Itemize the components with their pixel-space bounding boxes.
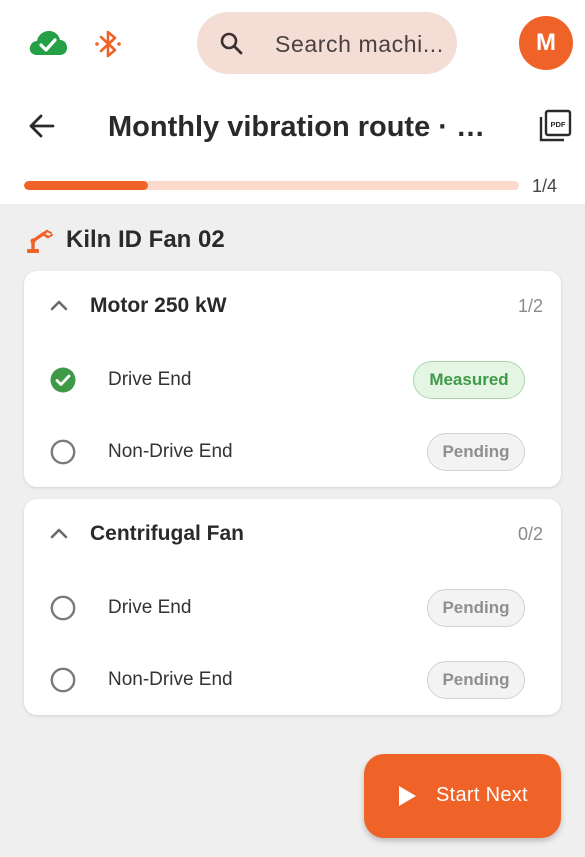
check-circle-icon[interactable]: [50, 367, 76, 393]
component-count: 0/2: [517, 524, 543, 544]
component-card-fan: Centrifugal Fan 0/2 Drive End Pending No…: [24, 499, 561, 715]
search-bar[interactable]: Search machi...: [197, 12, 457, 74]
start-next-label: Start Next: [436, 784, 528, 806]
pdf-icon[interactable]: PDF: [537, 108, 573, 144]
arrow-back-icon[interactable]: [26, 110, 58, 142]
cloud-check-icon[interactable]: [28, 28, 68, 58]
radio-unchecked-icon[interactable]: [50, 667, 76, 693]
route-progress-fill: [24, 181, 148, 190]
measurement-point-row[interactable]: Non-Drive End Pending: [24, 415, 561, 487]
start-next-button[interactable]: Start Next: [364, 754, 561, 838]
measurement-point-row[interactable]: Drive End Measured: [24, 343, 561, 415]
measurement-point-label: Non-Drive End: [108, 669, 233, 690]
search-icon: [220, 32, 243, 55]
route-progress-bar: [24, 181, 519, 190]
user-avatar[interactable]: M: [519, 16, 573, 70]
svg-text:PDF: PDF: [551, 120, 566, 129]
machine-name: Kiln ID Fan 02: [66, 226, 225, 253]
status-badge: Pending: [427, 433, 525, 471]
chevron-up-icon[interactable]: [49, 526, 69, 540]
bluetooth-icon[interactable]: [94, 28, 122, 60]
measurement-point-label: Non-Drive End: [108, 441, 233, 462]
measurement-point-row[interactable]: Drive End Pending: [24, 571, 561, 643]
top-app-area: Search machi... M Monthly vibration rout…: [0, 0, 585, 204]
search-input[interactable]: Search machi...: [275, 31, 447, 57]
status-badge: Pending: [427, 589, 525, 627]
radio-unchecked-icon[interactable]: [50, 439, 76, 465]
component-header[interactable]: Centrifugal Fan 0/2: [24, 499, 561, 571]
component-title: Motor 250 kW: [90, 294, 227, 317]
component-card-motor: Motor 250 kW 1/2 Drive End Measured Non-…: [24, 271, 561, 487]
component-title: Centrifugal Fan: [90, 522, 245, 545]
play-icon: [399, 786, 416, 806]
measurement-point-label: Drive End: [108, 369, 192, 390]
status-badge: Measured: [413, 361, 525, 399]
component-count: 1/2: [517, 296, 543, 316]
robot-arm-icon: [27, 229, 53, 253]
measurement-point-label: Drive End: [108, 597, 192, 618]
chevron-up-icon[interactable]: [49, 298, 69, 312]
page-title: Monthly vibration route · Kiln ID Fan: [108, 111, 496, 143]
component-header[interactable]: Motor 250 kW 1/2: [24, 271, 561, 343]
status-badge: Pending: [427, 661, 525, 699]
route-progress-label: 1/4: [532, 176, 558, 196]
measurement-point-row[interactable]: Non-Drive End Pending: [24, 643, 561, 715]
radio-unchecked-icon[interactable]: [50, 595, 76, 621]
